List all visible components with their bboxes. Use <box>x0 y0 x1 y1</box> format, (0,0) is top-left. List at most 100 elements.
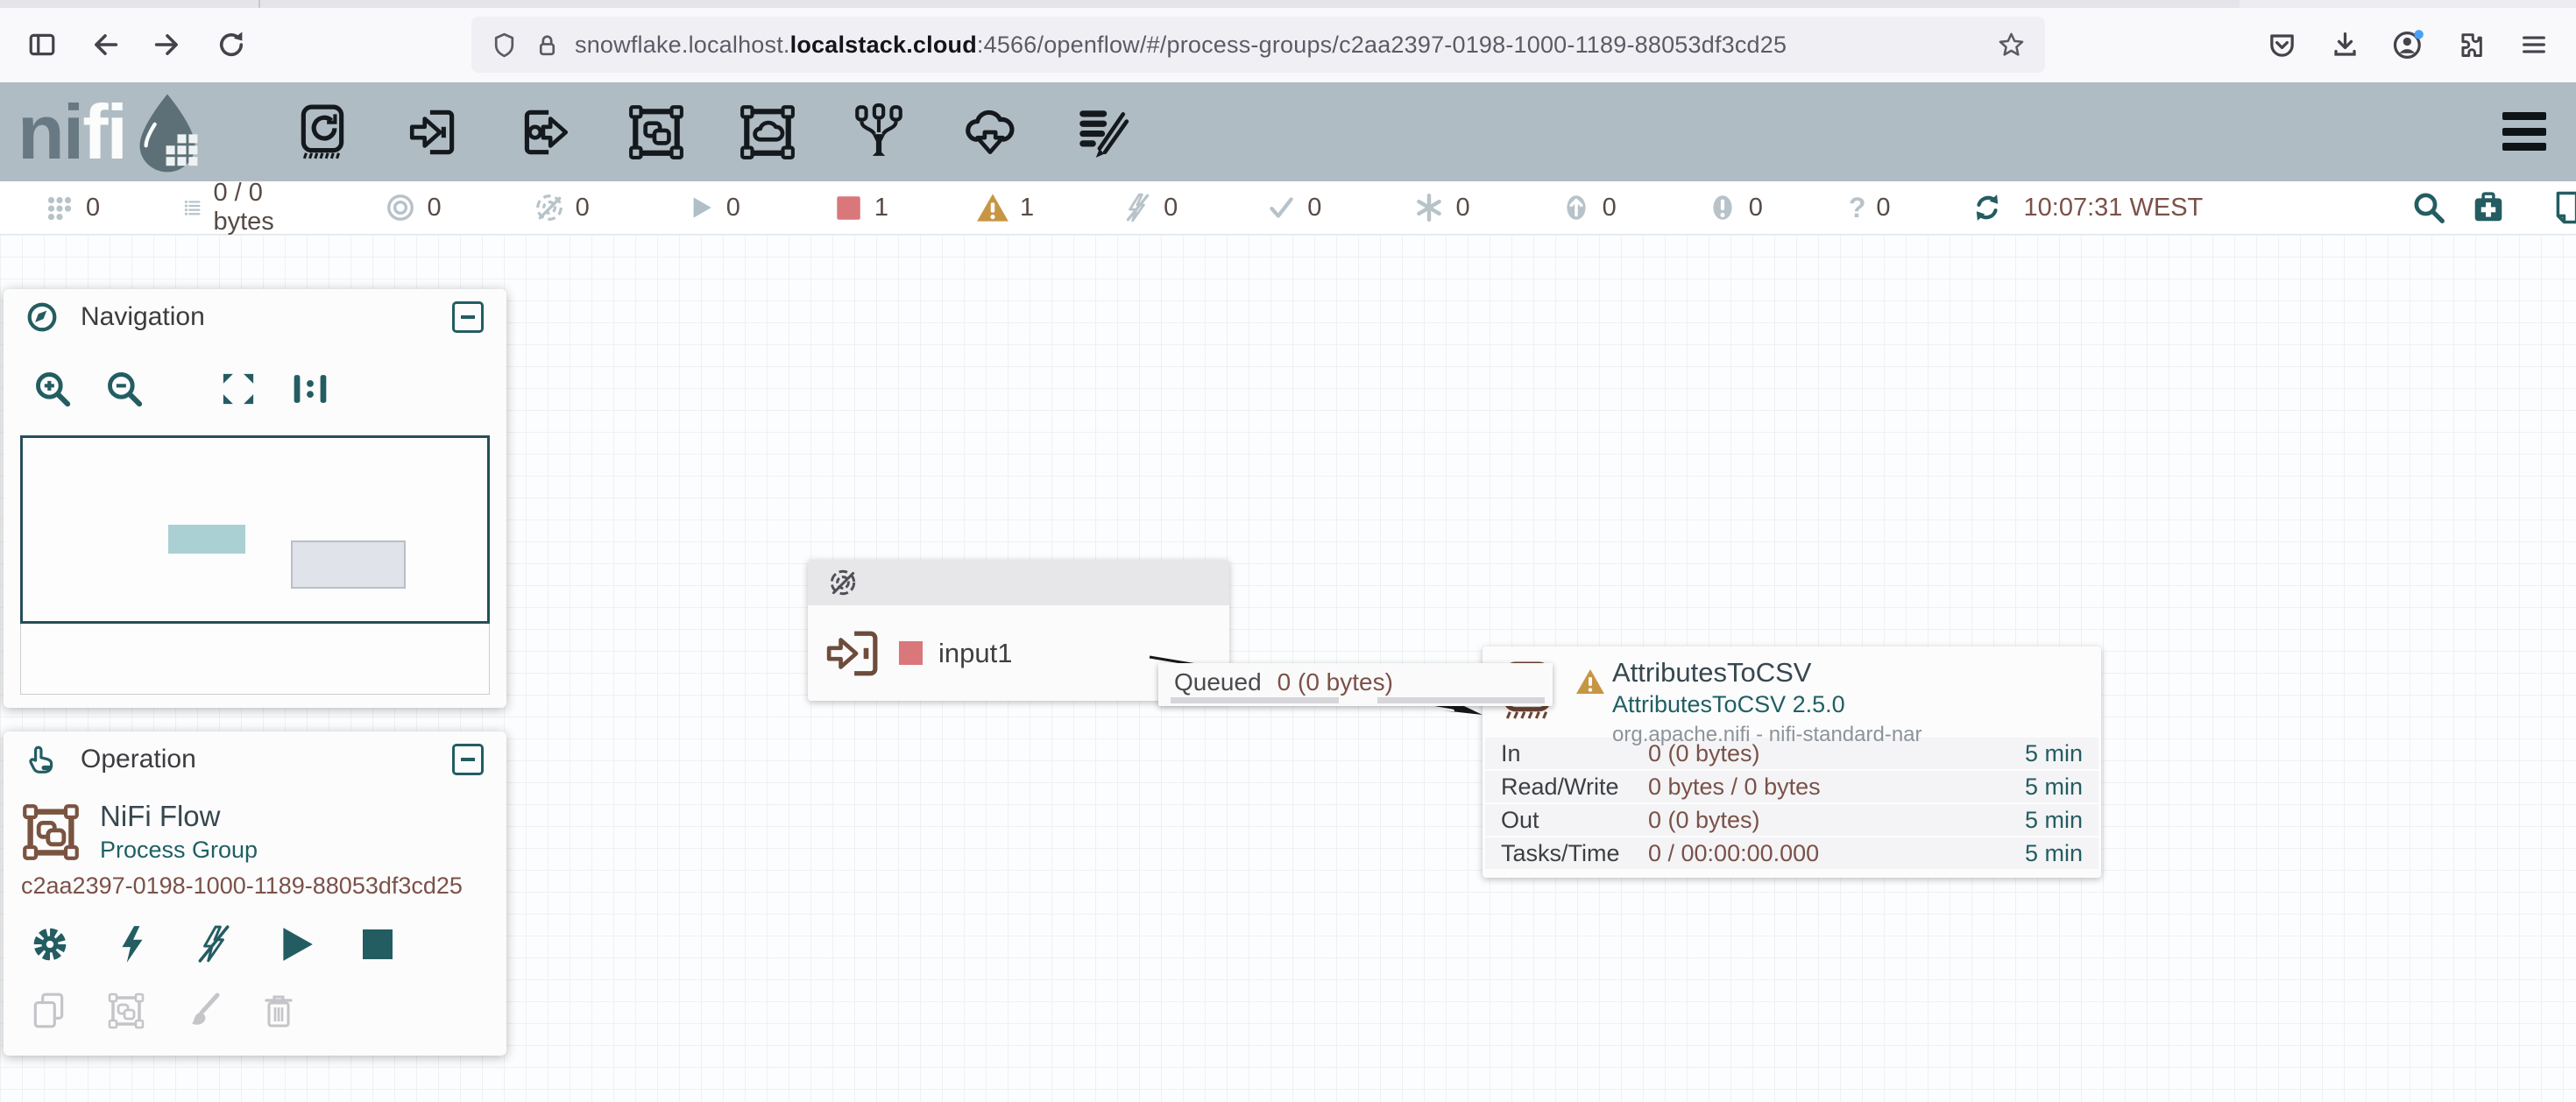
start-button[interactable] <box>277 924 315 964</box>
bookmark-star-icon[interactable] <box>1997 31 2026 60</box>
stat-value: 0 (0 bytes) <box>1648 807 2025 834</box>
stat-value: 0 / 00:00:00.000 <box>1648 840 2025 867</box>
flow-canvas[interactable]: Navigation <box>0 235 2576 1102</box>
nifi-logo-ni: ni <box>18 94 82 171</box>
enable-button[interactable] <box>114 924 151 964</box>
input-port-name: input1 <box>938 638 1012 669</box>
minimap-viewport[interactable] <box>20 435 490 624</box>
locally-modified-stale-count: 0 <box>1749 194 1763 223</box>
downloads-button[interactable] <box>2320 20 2369 69</box>
search-icon <box>2411 190 2446 225</box>
account-button[interactable] <box>2383 20 2432 69</box>
status-refresh[interactable]: 10:07:31 WEST <box>1971 192 2204 223</box>
add-label-button[interactable] <box>1072 103 1130 161</box>
tab-divider <box>258 0 260 8</box>
reload-icon <box>216 29 247 60</box>
status-sync-failure: ? 0 <box>1849 194 1891 223</box>
active-threads-icon <box>44 192 75 223</box>
locally-modified-stale-icon <box>1707 192 1738 223</box>
input-port-header <box>808 560 1229 605</box>
puzzle-icon <box>2456 30 2486 60</box>
search-button[interactable] <box>2411 190 2446 225</box>
hamburger-menu-icon <box>2519 30 2549 60</box>
collapse-operation-button[interactable] <box>452 744 484 775</box>
forward-arrow-icon <box>152 29 183 60</box>
add-template-button[interactable] <box>961 103 1019 161</box>
add-process-group-button[interactable] <box>627 103 685 161</box>
birdseye-minimap[interactable] <box>20 435 490 695</box>
url-bar[interactable]: snowflake.localhost.localstack.cloud:456… <box>471 17 2045 73</box>
collapse-navigation-button[interactable] <box>452 301 484 333</box>
sidebar-toggle-button[interactable] <box>18 20 67 69</box>
processor-icon <box>294 103 351 161</box>
stopped-icon <box>832 192 864 223</box>
group-button[interactable] <box>107 991 145 1031</box>
back-button[interactable] <box>81 20 130 69</box>
stopped-count: 1 <box>874 194 888 223</box>
processor-name: AttributesToCSV <box>1612 657 1922 689</box>
input-port-icon <box>405 103 463 161</box>
copy-button[interactable] <box>30 991 68 1031</box>
add-input-port-button[interactable] <box>405 103 463 161</box>
stat-row-out: Out 0 (0 bytes) 5 min <box>1485 804 2098 836</box>
add-remote-process-group-button[interactable] <box>739 103 796 161</box>
menu-bar <box>2502 112 2546 120</box>
lock-icon <box>534 32 561 59</box>
forward-button[interactable] <box>143 20 192 69</box>
flow-analysis-button[interactable] <box>2471 190 2506 225</box>
invalid-warning-icon <box>976 191 1009 224</box>
zoom-fit-button[interactable] <box>219 370 258 408</box>
navigation-panel: Navigation <box>4 289 506 708</box>
input-port-icon <box>825 630 880 677</box>
shield-icon <box>491 32 518 59</box>
warning-triangle-icon <box>1575 668 1605 696</box>
add-output-port-button[interactable] <box>516 103 574 161</box>
nifi-banner: nifi <box>0 82 2576 181</box>
add-processor-button[interactable] <box>294 103 351 161</box>
stop-button[interactable] <box>359 924 394 964</box>
process-group-icon <box>627 103 685 161</box>
status-running: 0 <box>684 192 740 223</box>
url-domain: localstack.cloud <box>790 32 977 58</box>
configure-button[interactable] <box>30 924 70 964</box>
zoom-actual-size-button[interactable] <box>291 370 329 408</box>
status-locally-modified-stale: 0 <box>1707 192 1763 223</box>
browser-menu-button[interactable] <box>2509 20 2558 69</box>
hand-pointer-icon <box>26 744 58 775</box>
add-funnel-button[interactable] <box>850 103 908 161</box>
flow-status-bar: 0 0 / 0 bytes 0 0 0 <box>0 181 2576 235</box>
up-to-date-count: 0 <box>1307 194 1321 223</box>
pocket-button[interactable] <box>2257 20 2306 69</box>
processor-component[interactable]: AttributesToCSV AttributesToCSV 2.5.0 or… <box>1483 646 2101 878</box>
stale-up-arrow-icon <box>1560 192 1592 223</box>
pocket-icon <box>2267 30 2297 60</box>
queue-count-percent-bar <box>1171 697 1339 703</box>
stat-period: 5 min <box>2025 807 2083 834</box>
queue-size-percent-bar <box>1377 697 1545 703</box>
minus-icon <box>461 758 475 761</box>
selected-component-name: NiFi Flow <box>100 800 258 833</box>
operation-panel: Operation NiFi Flow Process Group c2aa23… <box>4 731 506 1056</box>
processor-type: AttributesToCSV 2.5.0 <box>1612 691 1922 718</box>
queued-icon <box>183 192 202 223</box>
extensions-button[interactable] <box>2446 20 2495 69</box>
nifi-logo-fi: fi <box>82 94 126 171</box>
not-transmitting-icon <box>534 192 565 223</box>
selected-component-summary: NiFi Flow Process Group <box>4 788 506 864</box>
operation-panel-header: Operation <box>4 731 506 788</box>
disable-button[interactable] <box>195 924 233 964</box>
reload-button[interactable] <box>207 20 256 69</box>
color-button[interactable] <box>184 991 223 1031</box>
nifi-logo: nifi <box>18 91 205 173</box>
zoom-out-button[interactable] <box>105 370 144 408</box>
minimap-processor <box>291 540 406 589</box>
global-menu-button[interactable] <box>2502 112 2546 151</box>
delete-button[interactable] <box>261 991 296 1031</box>
bulletin-board-button[interactable] <box>2550 190 2576 225</box>
operation-actions <box>4 924 506 964</box>
status-queued: 0 / 0 bytes <box>183 179 286 237</box>
zoom-in-button[interactable] <box>33 370 72 408</box>
status-disabled: 0 <box>1122 192 1178 223</box>
connection-label[interactable]: Queued 0 (0 bytes) <box>1158 663 1553 706</box>
connection-label-text: Queued 0 (0 bytes) <box>1158 663 1553 696</box>
